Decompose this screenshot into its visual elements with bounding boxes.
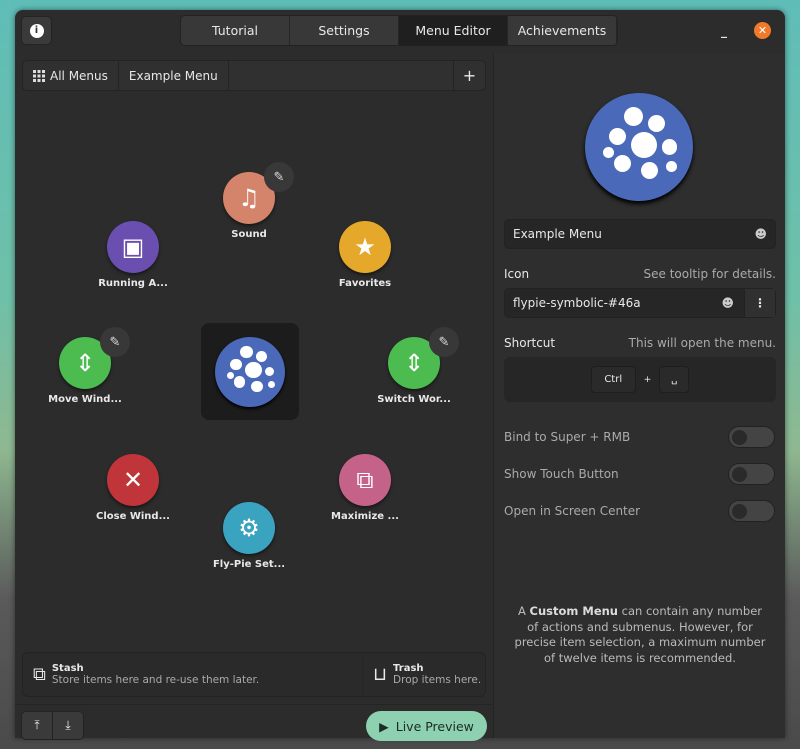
dot	[661, 139, 677, 155]
live-preview-button[interactable]: ▶ Live Preview	[366, 711, 487, 741]
emoji-icon[interactable]: ☻	[754, 227, 767, 241]
item-label: Running A...	[98, 278, 168, 289]
stash-title: Stash	[51, 663, 84, 674]
export-button[interactable]: ⤓	[52, 711, 84, 740]
trash-title: Trash	[393, 663, 424, 674]
info-button[interactable]: i	[21, 16, 52, 45]
open-screen-center-toggle[interactable]	[728, 500, 775, 522]
shortcut-field[interactable]: Ctrl + ␣	[504, 357, 776, 402]
import-button[interactable]: ⤒	[21, 711, 53, 740]
dot	[230, 358, 242, 371]
breadcrumb: All Menus Example Menu +	[22, 60, 486, 91]
toggle-label: Bind to Super + RMB	[504, 430, 631, 444]
properties-panel: Example Menu ☻ Icon See tooltip for detail…	[493, 54, 785, 738]
dot	[614, 154, 632, 172]
item-label: Move Wind...	[48, 394, 122, 405]
tab-settings[interactable]: Settings	[290, 16, 399, 45]
menu-name-value: Example Menu	[513, 227, 602, 241]
trash-desc: Drop items here.	[393, 674, 482, 686]
breadcrumb-all-menus[interactable]: All Menus	[23, 61, 119, 90]
dot	[240, 345, 253, 359]
item-icon: ▣	[107, 221, 159, 273]
stash-trash-bar: ⧉ Stash Store items here and re-use them …	[22, 652, 486, 697]
item-label: Sound	[231, 229, 267, 240]
dot	[647, 114, 665, 132]
all-menus-label: All Menus	[50, 68, 108, 83]
more-options-icon[interactable]: ⋮	[744, 289, 775, 317]
item-icon: ⧉	[339, 454, 391, 506]
item-label: Fly-Pie Set...	[212, 559, 286, 570]
shortcut-label: Shortcut	[504, 336, 556, 350]
dot	[267, 380, 275, 388]
add-menu-button[interactable]: +	[453, 61, 485, 90]
item-label: Switch Wor...	[377, 394, 451, 405]
menu-item[interactable]: ⧉ Maximize ...	[315, 454, 415, 522]
dot	[233, 376, 246, 388]
item-icon: ⚙	[223, 502, 275, 554]
item-label: Maximize ...	[331, 511, 399, 522]
close-button[interactable]: ✕	[754, 22, 771, 39]
dot	[603, 147, 615, 158]
dot	[623, 107, 644, 127]
dot	[608, 127, 627, 145]
menu-icon-preview	[585, 93, 693, 201]
menu-editor-panel: All Menus Example Menu + ♫ Sound ✎ ★ Favorit…	[15, 54, 493, 741]
shortcut-hint: This will open the menu.	[628, 336, 776, 350]
dot	[251, 381, 263, 393]
dot	[264, 366, 275, 377]
show-touch-button-toggle[interactable]	[728, 463, 775, 485]
emoji-icon[interactable]: ☻	[721, 296, 734, 310]
stash-area[interactable]: ⧉ Stash Store items here and re-use them …	[23, 653, 363, 696]
item-label: Favorites	[338, 278, 392, 289]
grid-icon	[33, 69, 45, 82]
menu-name-input[interactable]: Example Menu ☻	[504, 219, 776, 249]
menu-item[interactable]: ▣ Running A...	[83, 221, 183, 289]
trash-icon: ⊔	[373, 664, 388, 685]
dot	[245, 361, 262, 379]
trash-area[interactable]: ⊔ Trash Drop items here.	[363, 653, 485, 696]
tab-tutorial[interactable]: Tutorial	[181, 16, 290, 45]
download-icon: ⤓	[65, 718, 71, 732]
info-text: A Custom Menu can contain any number of …	[514, 604, 766, 665]
edit-pencil-icon[interactable]: ✎	[429, 327, 459, 357]
bind-super-rmb-toggle[interactable]	[728, 426, 775, 448]
flypie-icon	[215, 336, 285, 407]
dot	[255, 350, 267, 362]
play-icon: ▶	[379, 718, 389, 734]
icon-hint: See tooltip for details.	[643, 267, 777, 281]
item-icon: ★	[339, 221, 391, 273]
plus-sign: +	[643, 374, 652, 385]
tab-achievements[interactable]: Achievements	[508, 16, 617, 45]
breadcrumb-current[interactable]: Example Menu	[119, 61, 229, 90]
dot	[631, 131, 658, 158]
center-item[interactable]	[201, 323, 299, 420]
edit-pencil-icon[interactable]: ✎	[264, 162, 294, 192]
dot	[226, 371, 234, 379]
icon-value: flypie-symbolic-#46a	[513, 296, 641, 310]
item-icon: ✕	[107, 454, 159, 506]
dot	[641, 162, 659, 180]
icon-input[interactable]: flypie-symbolic-#46a ☻ ⋮	[504, 288, 776, 318]
stash-icon: ⧉	[33, 664, 46, 685]
icon-label: Icon	[504, 267, 530, 281]
key-space: ␣	[659, 366, 690, 393]
live-preview-label: Live Preview	[395, 718, 474, 734]
toggle-label: Open in Screen Center	[504, 504, 641, 518]
edit-pencil-icon[interactable]: ✎	[100, 327, 130, 357]
dot	[666, 161, 677, 172]
tab-bar: Tutorial Settings Menu Editor Achievemen…	[180, 15, 618, 46]
upload-icon: ⤒	[34, 718, 40, 732]
tab-menu-editor[interactable]: Menu Editor	[399, 16, 508, 45]
toggle-label: Show Touch Button	[504, 467, 619, 481]
menu-item[interactable]: ⚙ Fly-Pie Set...	[199, 502, 299, 570]
item-label: Close Wind...	[96, 511, 170, 522]
window: i Tutorial Settings Menu Editor Achievem…	[15, 10, 785, 741]
key-ctrl: Ctrl	[590, 366, 636, 393]
menu-item[interactable]: ✕ Close Wind...	[83, 454, 183, 522]
menu-item[interactable]: ★ Favorites	[315, 221, 415, 289]
info-icon: i	[29, 23, 44, 38]
minimize-button[interactable]: _	[721, 24, 727, 38]
stash-desc: Store items here and re-use them later.	[51, 674, 260, 686]
